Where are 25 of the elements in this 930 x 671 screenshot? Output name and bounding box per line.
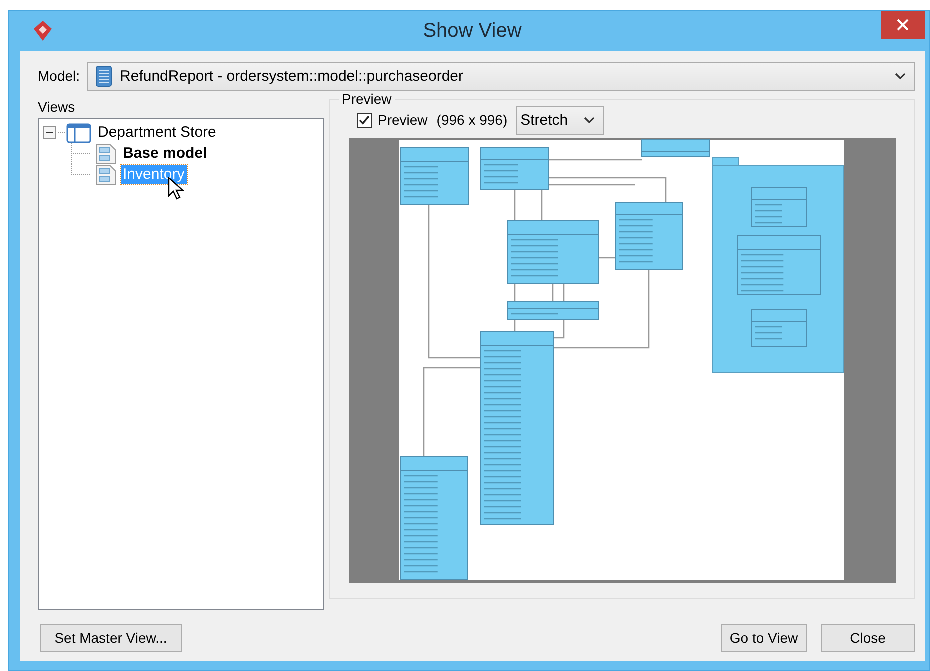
document-icon (96, 66, 112, 86)
collapse-toggle-icon[interactable] (43, 126, 56, 139)
tree-item[interactable]: Department Store (96, 123, 218, 142)
preview-checkbox[interactable] (357, 112, 372, 128)
model-dropdown[interactable]: RefundReport - ordersystem::model::purchaseorder (87, 62, 915, 90)
close-button[interactable] (881, 11, 925, 39)
chevron-down-icon (584, 116, 595, 124)
window-icon (66, 122, 92, 144)
image-size-label: (996 x 996) (436, 112, 508, 128)
tree-item[interactable]: Base model (121, 144, 210, 163)
dialog-button[interactable]: Close (821, 624, 915, 652)
scale-dropdown[interactable]: Stretch (516, 106, 604, 134)
window-title: Show View (423, 20, 522, 42)
model-label: Model: (38, 68, 80, 84)
preview-group-label: Preview (341, 91, 393, 107)
dialog-button[interactable]: Go to View (721, 624, 807, 652)
diagram-icon (95, 142, 117, 164)
dialog-button[interactable]: Set Master View... (40, 624, 182, 652)
diagram-icon (95, 164, 117, 186)
views-label: Views (38, 98, 76, 117)
checkmark-icon (359, 114, 370, 126)
app-logo-icon (34, 21, 52, 41)
preview-checkbox-label[interactable]: Preview (378, 112, 428, 128)
close-icon (897, 19, 909, 31)
chevron-down-icon (895, 72, 906, 80)
